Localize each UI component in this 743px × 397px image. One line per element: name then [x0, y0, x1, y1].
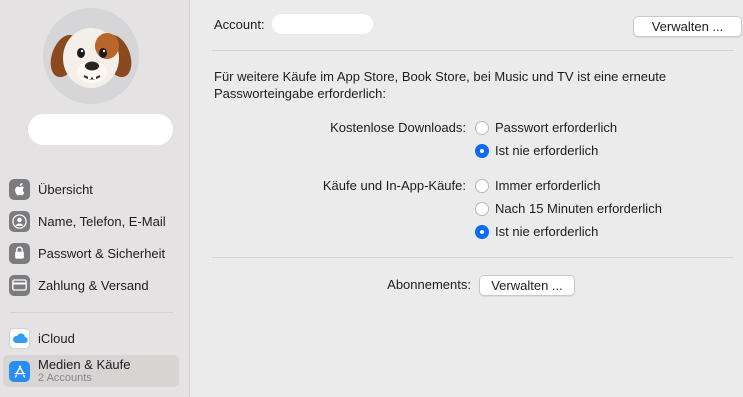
sidebar-item-label: Übersicht [38, 181, 93, 197]
sidebar-item-sublabel: 2 Accounts [38, 372, 92, 384]
radio-label: Ist nie erforderlich [495, 143, 599, 158]
avatar[interactable] [43, 8, 139, 104]
sidebar-divider [10, 312, 173, 313]
radio-label: Passwort erforderlich [495, 120, 618, 135]
free-downloads-label: Kostenlose Downloads: [330, 120, 466, 135]
radio-button-selected[interactable] [475, 224, 489, 239]
sidebar-item-label: Zahlung & Versand [38, 277, 149, 293]
sidebar-item-label: Name, Telefon, E-Mail [38, 213, 166, 229]
radio-button[interactable] [475, 178, 489, 193]
radio-button[interactable] [475, 120, 489, 135]
account-name-field [28, 114, 173, 145]
divider [212, 257, 734, 258]
dog-memoji-icon [50, 28, 132, 88]
manage-subscriptions-button[interactable]: Verwalten ... [479, 275, 575, 296]
purchases-option-15-minutes[interactable]: Nach 15 Minuten erforderlich [475, 201, 662, 216]
free-downloads-option-never[interactable]: Ist nie erforderlich [475, 143, 598, 158]
purchases-option-never[interactable]: Ist nie erforderlich [475, 224, 598, 239]
main-panel: Account: Verwalten ... Für weitere Käufe… [191, 0, 743, 397]
lock-icon [9, 242, 30, 264]
sidebar-item-name-phone-email[interactable]: Name, Telefon, E-Mail [3, 205, 179, 237]
free-downloads-option-password[interactable]: Passwort erforderlich [475, 120, 617, 135]
radio-button-selected[interactable] [475, 143, 489, 158]
sidebar-item-media-purchases[interactable]: Medien & Käufe 2 Accounts [3, 355, 179, 387]
sidebar-item-password-security[interactable]: Passwort & Sicherheit [3, 237, 179, 269]
account-value-redacted [272, 14, 373, 34]
person-icon [9, 210, 30, 232]
sidebar-item-label: Medien & Käufe [38, 357, 131, 372]
password-info-text: Für weitere Käufe im App Store, Book Sto… [214, 69, 667, 101]
credit-card-icon [9, 274, 30, 296]
radio-button[interactable] [475, 201, 489, 216]
subscriptions-label: Abonnements: [387, 277, 471, 292]
radio-label: Ist nie erforderlich [495, 224, 599, 239]
radio-label: Immer erforderlich [495, 178, 601, 193]
sidebar-item-uebersicht[interactable]: Übersicht [3, 173, 179, 205]
cloud-icon [9, 327, 30, 349]
divider [212, 50, 734, 51]
manage-account-button[interactable]: Verwalten ... [633, 16, 742, 37]
sidebar-item-payment-shipping[interactable]: Zahlung & Versand [3, 269, 179, 301]
app-store-icon [9, 360, 30, 382]
account-row: Account: [214, 17, 265, 32]
sidebar-item-label: iCloud [38, 330, 75, 346]
sidebar: Übersicht Name, Telefon, E-Mail Passwort… [0, 0, 190, 397]
purchases-label: Käufe und In-App-Käufe: [322, 178, 466, 193]
account-label: Account: [214, 17, 265, 32]
radio-label: Nach 15 Minuten erforderlich [495, 201, 662, 216]
purchases-option-always[interactable]: Immer erforderlich [475, 178, 600, 193]
sidebar-item-icloud[interactable]: iCloud [3, 322, 179, 354]
apple-icon [9, 178, 30, 200]
sidebar-item-label: Passwort & Sicherheit [38, 245, 166, 261]
